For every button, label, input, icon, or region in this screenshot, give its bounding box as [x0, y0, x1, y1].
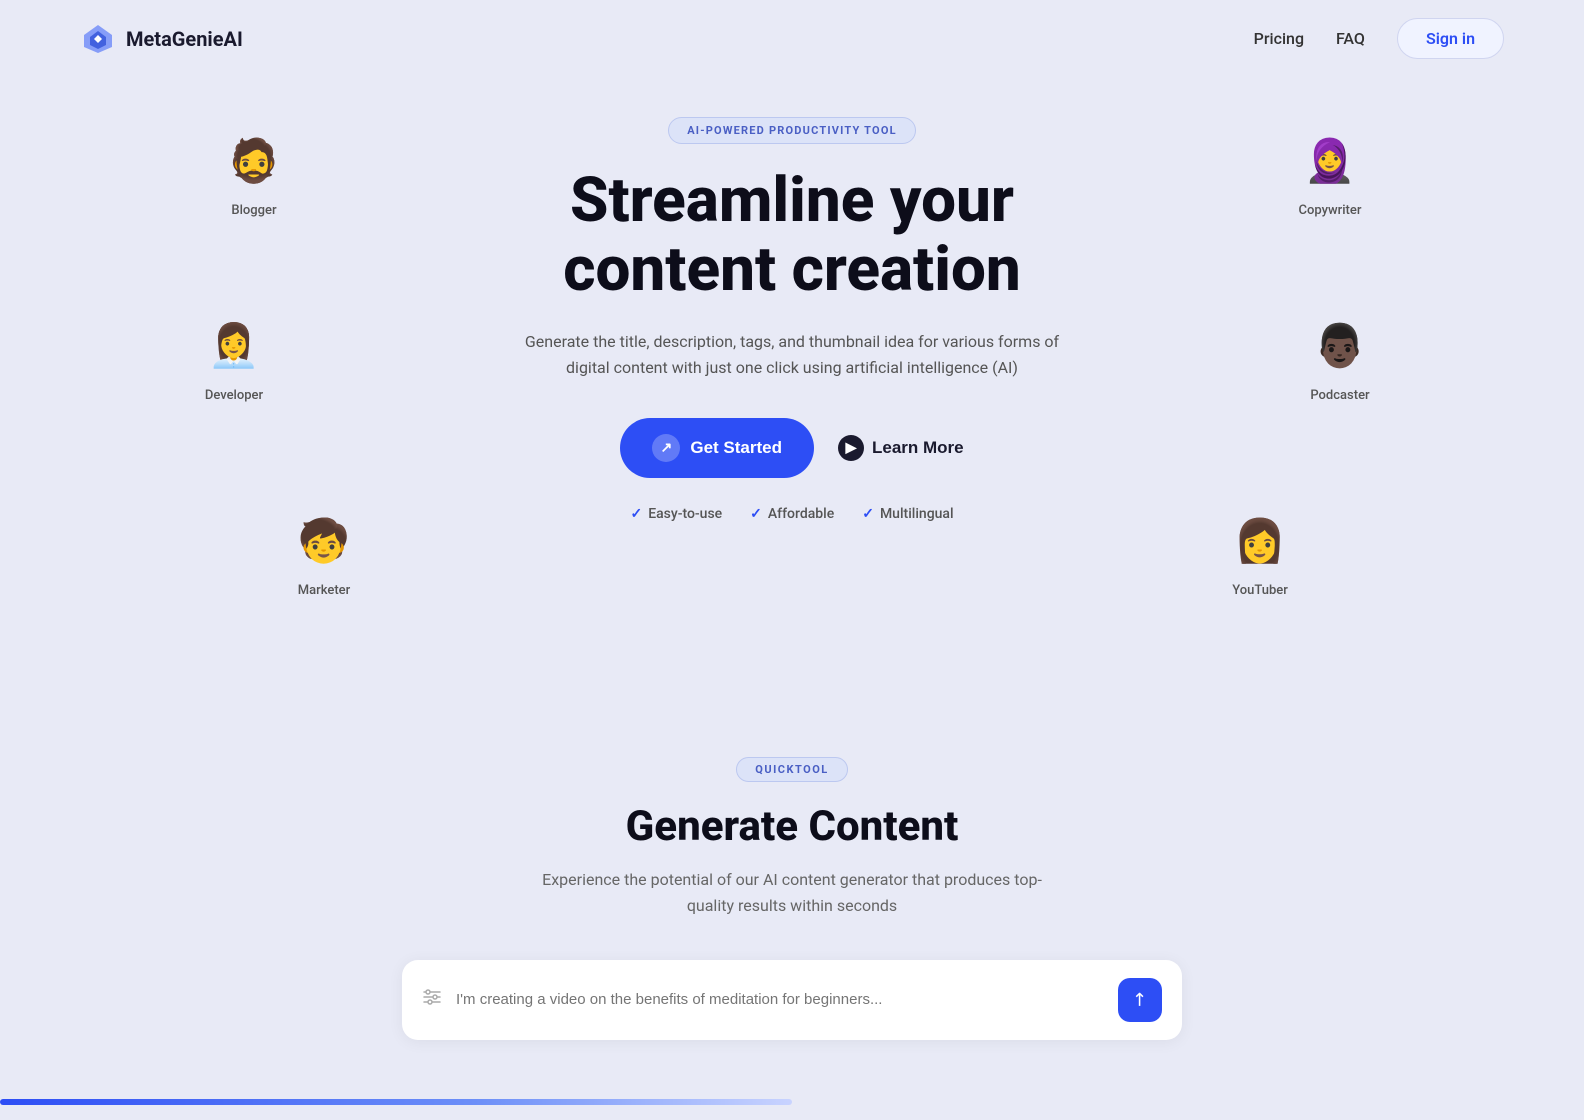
avatar-podcaster: 👨🏿 Podcaster — [1306, 312, 1374, 403]
feature-easy-label: Easy-to-use — [648, 506, 722, 522]
content-input-bar: ↗ — [402, 960, 1182, 1040]
progress-bar — [0, 1099, 792, 1105]
quicktool-badge: QUICKTOOL — [736, 757, 848, 782]
youtuber-avatar-img: 👩 — [1226, 507, 1294, 575]
nav-pricing[interactable]: Pricing — [1254, 29, 1304, 48]
marketer-avatar-img: 🧒 — [290, 507, 358, 575]
logo-icon — [80, 21, 116, 57]
get-started-arrow-icon: ↗ — [652, 434, 680, 462]
developer-label: Developer — [205, 388, 263, 403]
logo[interactable]: MetaGenieAI — [80, 21, 243, 57]
blogger-label: Blogger — [231, 203, 276, 218]
developer-avatar-img: 👩‍💼 — [200, 312, 268, 380]
avatar-youtuber: 👩 YouTuber — [1226, 507, 1294, 598]
youtuber-label: YouTuber — [1232, 583, 1288, 598]
sliders-icon — [422, 987, 442, 1012]
check-icon-3: ✓ — [862, 506, 874, 522]
section-title: Generate Content — [626, 802, 959, 851]
nav-signin[interactable]: Sign in — [1397, 18, 1504, 59]
avatar-blogger: 🧔 Blogger — [220, 127, 288, 218]
nav-faq[interactable]: FAQ — [1336, 29, 1365, 48]
podcaster-avatar-img: 👨🏿 — [1306, 312, 1374, 380]
hero-features: ✓ Easy-to-use ✓ Affordable ✓ Multilingua… — [630, 506, 953, 522]
feature-easy: ✓ Easy-to-use — [630, 506, 722, 522]
content-input[interactable] — [456, 991, 1104, 1008]
copywriter-avatar-img: 🧕 — [1296, 127, 1364, 195]
get-started-button[interactable]: ↗ Get Started — [620, 418, 814, 478]
learn-more-play-icon: ▶ — [838, 435, 864, 461]
generate-content-section: QUICKTOOL Generate Content Experience th… — [0, 697, 1584, 1120]
hero-title: Streamline your content creation — [563, 166, 1021, 305]
input-submit-button[interactable]: ↗ — [1118, 978, 1162, 1022]
get-started-label: Get Started — [690, 438, 782, 458]
section-description: Experience the potential of our AI conte… — [532, 867, 1052, 920]
feature-multilingual: ✓ Multilingual — [862, 506, 953, 522]
copywriter-label: Copywriter — [1299, 203, 1362, 218]
hero-section: 🧔 Blogger 👩‍💼 Developer 🧒 Marketer 🧕 Cop… — [0, 77, 1584, 697]
hero-description: Generate the title, description, tags, a… — [512, 329, 1072, 382]
avatar-copywriter: 🧕 Copywriter — [1296, 127, 1364, 218]
hero-buttons: ↗ Get Started ▶ Learn More — [620, 418, 963, 478]
brand-name: MetaGenieAI — [126, 27, 243, 51]
podcaster-label: Podcaster — [1310, 388, 1369, 403]
avatar-marketer: 🧒 Marketer — [290, 507, 358, 598]
check-icon-1: ✓ — [630, 506, 642, 522]
learn-more-button[interactable]: ▶ Learn More — [838, 435, 964, 461]
submit-arrow-icon: ↗ — [1127, 987, 1153, 1013]
learn-more-label: Learn More — [872, 438, 964, 458]
feature-affordable-label: Affordable — [768, 506, 834, 522]
feature-multilingual-label: Multilingual — [880, 506, 954, 522]
avatar-developer: 👩‍💼 Developer — [200, 312, 268, 403]
hero-badge: AI-POWERED PRODUCTIVITY TOOL — [668, 117, 916, 144]
blogger-avatar-img: 🧔 — [220, 127, 288, 195]
nav-links: Pricing FAQ Sign in — [1254, 18, 1504, 59]
check-icon-2: ✓ — [750, 506, 762, 522]
marketer-label: Marketer — [298, 583, 350, 598]
feature-affordable: ✓ Affordable — [750, 506, 834, 522]
